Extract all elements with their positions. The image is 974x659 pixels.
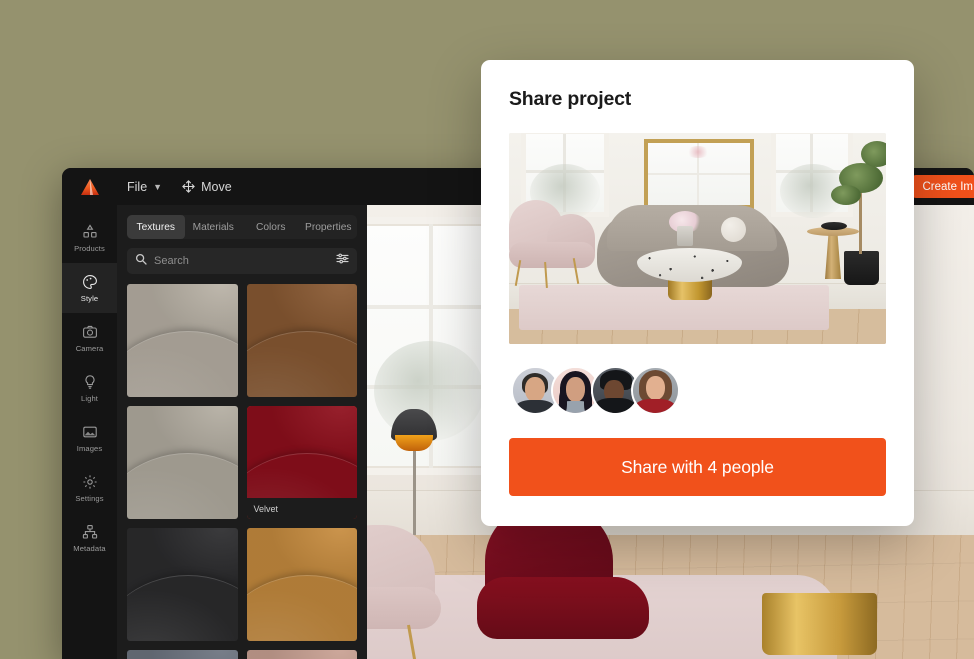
avatar-face [525, 377, 545, 402]
texture-seam [246, 331, 357, 397]
texture-tile[interactable] [246, 284, 357, 397]
collaborator-avatars [509, 366, 886, 415]
sidebar-item-camera[interactable]: Camera [62, 313, 117, 363]
search-icon [135, 252, 147, 270]
viewport-pink-chair[interactable] [367, 525, 451, 659]
project-preview-image[interactable] [509, 133, 886, 344]
sidebar-item-label: Images [76, 443, 103, 453]
texture-panel: Textures Materials Colors Properties Sea… [117, 205, 367, 659]
avatar[interactable] [631, 366, 680, 415]
avatar-face [566, 377, 585, 402]
texture-tile[interactable] [127, 284, 238, 397]
sidebar-item-label: Products [74, 243, 105, 253]
tab-colors[interactable]: Colors [242, 215, 300, 239]
preview-plant-foliage [831, 185, 861, 205]
gear-icon [82, 474, 98, 490]
image-icon [82, 424, 98, 440]
sidebar-item-style[interactable]: Style [62, 263, 117, 313]
tab-materials[interactable]: Materials [185, 215, 243, 239]
texture-tile-velvet[interactable]: Velvet [246, 406, 357, 519]
menu-move-label: Move [201, 179, 232, 194]
preview-terrazzo-coffee-table [637, 248, 742, 300]
chair-seat [367, 587, 441, 629]
armchair-seat [509, 242, 595, 268]
left-sidebar-nav: Products Style Camera Light Images Setti… [62, 205, 117, 659]
side-table-stem [825, 233, 841, 279]
sidebar-item-label: Style [80, 293, 99, 303]
preview-framed-art [644, 139, 754, 209]
viewport-gold-table-base[interactable] [762, 593, 877, 655]
search-bar[interactable] [127, 248, 357, 274]
coffee-table-terrazzo-top [637, 248, 742, 282]
sidebar-item-images[interactable]: Images [62, 413, 117, 463]
preview-side-table [807, 222, 859, 281]
sidebar-item-label: Light [81, 393, 98, 403]
create-image-button[interactable]: Create Im [911, 175, 974, 198]
modal-title: Share project [509, 88, 632, 110]
sidebar-item-products[interactable]: Products [62, 213, 117, 263]
texture-tile-label: Velvet [246, 498, 357, 519]
sidebar-item-label: Metadata [73, 543, 106, 553]
share-with-people-button[interactable]: Share with 4 people [509, 438, 886, 496]
metadata-icon [82, 524, 98, 540]
texture-grid: Velvet [127, 284, 357, 659]
texture-seam [127, 453, 238, 519]
texture-seam [246, 575, 357, 641]
texture-seam [127, 575, 238, 641]
share-project-modal: Share project Share with 4 people [481, 60, 914, 526]
menu-file[interactable]: File ▼ [117, 168, 172, 205]
tab-properties[interactable]: Properties [300, 215, 358, 239]
sidebar-item-settings[interactable]: Settings [62, 463, 117, 513]
avatar-body [594, 398, 636, 413]
texture-tile[interactable] [246, 528, 357, 641]
lightbulb-icon [82, 374, 98, 390]
search-input[interactable] [154, 255, 329, 267]
sidebar-item-metadata[interactable]: Metadata [62, 513, 117, 563]
avatar-face [646, 376, 665, 400]
panel-tabs: Textures Materials Colors Properties [127, 215, 357, 239]
avatar-hair-strand [559, 390, 567, 413]
texture-seam [127, 331, 238, 397]
chair-seat [477, 577, 649, 639]
preview-pink-armchair [509, 200, 595, 289]
avatar-body [634, 399, 676, 413]
chevron-down-icon: ▼ [153, 181, 163, 192]
texture-tile[interactable] [127, 650, 238, 659]
palette-icon [82, 274, 98, 290]
filter-sliders-icon[interactable] [336, 252, 349, 270]
triangle-logo-icon [80, 178, 99, 195]
preview-decor-bowl [821, 222, 847, 230]
preview-round-pillow [721, 217, 746, 242]
products-icon [82, 223, 98, 240]
sidebar-item-label: Camera [75, 343, 104, 353]
preview-art-detail [686, 146, 710, 158]
screenshot-stage: File ▼ Move Create Im Products Style Cam… [0, 0, 974, 659]
menu-file-label: File [127, 179, 148, 194]
preview-vase [677, 226, 693, 246]
move-icon [182, 180, 195, 193]
texture-tile[interactable] [127, 406, 238, 519]
texture-tile[interactable] [127, 528, 238, 641]
avatar-body [515, 400, 555, 413]
texture-swatch [127, 650, 238, 659]
camera-icon [82, 324, 98, 340]
app-logo[interactable] [62, 178, 117, 196]
menu-move[interactable]: Move [172, 168, 242, 205]
sidebar-item-label: Settings [75, 493, 104, 503]
preview-plant-foliage [861, 141, 886, 167]
sidebar-item-light[interactable]: Light [62, 363, 117, 413]
texture-tile[interactable] [246, 650, 357, 659]
texture-swatch [246, 650, 357, 659]
tab-textures[interactable]: Textures [127, 215, 185, 239]
